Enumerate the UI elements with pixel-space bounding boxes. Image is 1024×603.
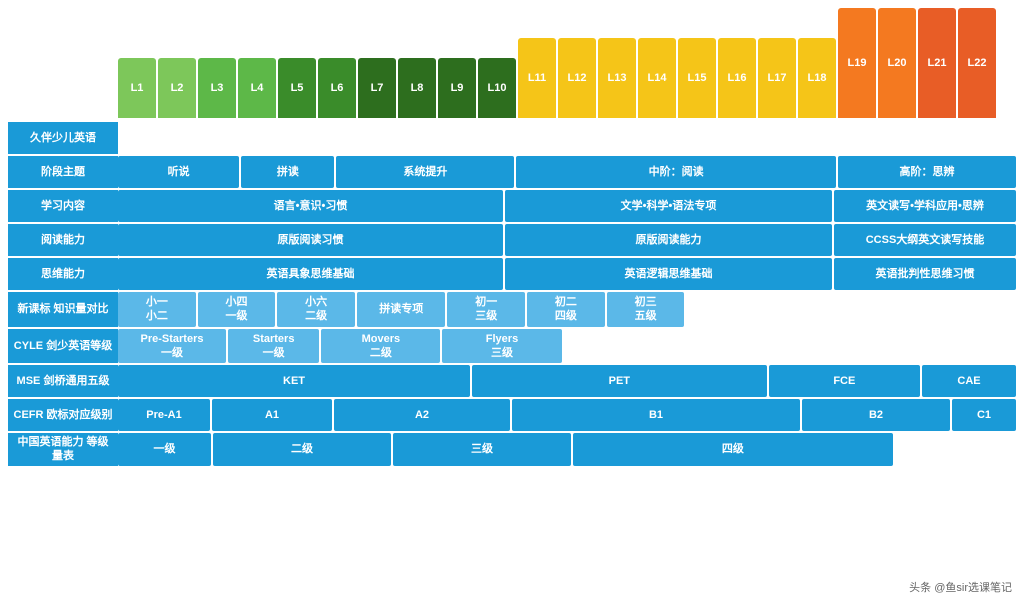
cell-7-2: FCE — [769, 365, 920, 397]
row-label-2: 学习内容 — [8, 190, 118, 222]
level-bar-l5: L5 — [278, 58, 316, 118]
level-bar-l6: L6 — [318, 58, 356, 118]
level-bar-l18: L18 — [798, 38, 836, 118]
cell-7-3: CAE — [922, 365, 1016, 397]
cell-9-0: 一级 — [118, 433, 211, 466]
row-label-4: 思维能力 — [8, 258, 118, 290]
level-bar-l17: L17 — [758, 38, 796, 118]
cell-8-1: A1 — [212, 399, 332, 431]
row-label-7: MSE 剑桥通用五级 — [8, 365, 118, 397]
cell-3-2: CCSS大纲英文读写技能 — [834, 224, 1016, 256]
table-row-8: CEFR 欧标对应级别Pre-A1A1A2B1B2C1 — [8, 399, 1016, 431]
cell-8-0: Pre-A1 — [118, 399, 210, 431]
table-row-9: 中国英语能力 等级量表一级二级三级四级 — [8, 433, 1016, 466]
table-section: 久伴少儿英语阶段主题听说拼读系统提升中阶：阅读高阶：思辨学习内容语言•意识•习惯… — [8, 122, 1016, 466]
cell-1-4: 高阶：思辨 — [838, 156, 1016, 188]
row-label-6: CYLE 剑少英语等级 — [8, 329, 118, 364]
cell-5-4: 初一 三级 — [447, 292, 525, 327]
row-content-3: 原版阅读习惯原版阅读能力CCSS大纲英文读写技能 — [118, 224, 1016, 256]
table-row-3: 阅读能力原版阅读习惯原版阅读能力CCSS大纲英文读写技能 — [8, 224, 1016, 256]
row-content-1: 听说拼读系统提升中阶：阅读高阶：思辨 — [118, 156, 1016, 188]
row-label-5: 新课标 知识量对比 — [8, 292, 118, 327]
cell-4-1: 英语逻辑思维基础 — [505, 258, 832, 290]
cell-6-3: Flyers 三级 — [442, 329, 561, 364]
cell-7-1: PET — [472, 365, 767, 397]
cell-6-2: Movers 二级 — [321, 329, 440, 364]
row-content-7: KETPETFCECAE — [118, 365, 1016, 397]
table-row-2: 学习内容语言•意识•习惯文学•科学•语法专项英文读写•学科应用•思辨 — [8, 190, 1016, 222]
row-content-6: Pre-Starters 一级Starters 一级Movers 二级Flyer… — [118, 329, 1016, 364]
table-row-6: CYLE 剑少英语等级Pre-Starters 一级Starters 一级Mov… — [8, 329, 1016, 364]
level-bar-l13: L13 — [598, 38, 636, 118]
level-bar-l21: L21 — [918, 8, 956, 118]
cell-2-1: 文学•科学•语法专项 — [505, 190, 832, 222]
table-row-0: 久伴少儿英语 — [8, 122, 1016, 154]
level-bar-l4: L4 — [238, 58, 276, 118]
cell-4-2: 英语批判性思维习惯 — [834, 258, 1016, 290]
level-bar-l9: L9 — [438, 58, 476, 118]
level-bar-l2: L2 — [158, 58, 196, 118]
main-container: L1L2L3L4L5L6L7L8L9L10L11L12L13L14L15L16L… — [0, 0, 1024, 470]
level-bar-l12: L12 — [558, 38, 596, 118]
cell-6-0: Pre-Starters 一级 — [118, 329, 226, 364]
level-bar-l11: L11 — [518, 38, 556, 118]
level-bar-l16: L16 — [718, 38, 756, 118]
level-bar-l10: L10 — [478, 58, 516, 118]
cell-8-4: B2 — [802, 399, 950, 431]
cell-8-5: C1 — [952, 399, 1016, 431]
cell-6-1: Starters 一级 — [228, 329, 319, 364]
row-content-5: 小一 小二小四 一级小六 二级拼读专项初一 三级初二 四级初三 五级 — [118, 292, 1016, 327]
row-label-9: 中国英语能力 等级量表 — [8, 433, 118, 466]
cell-2-0: 语言•意识•习惯 — [118, 190, 503, 222]
row-content-8: Pre-A1A1A2B1B2C1 — [118, 399, 1016, 431]
level-bar-l3: L3 — [198, 58, 236, 118]
cell-9-1: 二级 — [213, 433, 391, 466]
level-bar-l14: L14 — [638, 38, 676, 118]
cell-9-4 — [895, 433, 1016, 466]
cell-9-3: 四级 — [573, 433, 893, 466]
cell-5-2: 小六 二级 — [277, 292, 355, 327]
table-row-4: 思维能力英语具象思维基础英语逻辑思维基础英语批判性思维习惯 — [8, 258, 1016, 290]
cell-6-4 — [564, 329, 1016, 364]
table-row-7: MSE 剑桥通用五级KETPETFCECAE — [8, 365, 1016, 397]
cell-1-1: 拼读 — [241, 156, 334, 188]
table-row-1: 阶段主题听说拼读系统提升中阶：阅读高阶：思辨 — [8, 156, 1016, 188]
cell-5-3: 拼读专项 — [357, 292, 445, 327]
row-label-1: 阶段主题 — [8, 156, 118, 188]
cell-5-6: 初三 五级 — [607, 292, 685, 327]
level-bars: L1L2L3L4L5L6L7L8L9L10L11L12L13L14L15L16L… — [118, 8, 1016, 118]
level-bar-l15: L15 — [678, 38, 716, 118]
cell-1-3: 中阶：阅读 — [516, 156, 836, 188]
watermark: 头条 @鱼sir选课笔记 — [909, 579, 1012, 595]
cell-7-0: KET — [118, 365, 470, 397]
table-row-5: 新课标 知识量对比小一 小二小四 一级小六 二级拼读专项初一 三级初二 四级初三… — [8, 292, 1016, 327]
level-bar-l7: L7 — [358, 58, 396, 118]
cell-4-0: 英语具象思维基础 — [118, 258, 503, 290]
level-bar-l1: L1 — [118, 58, 156, 118]
row-label-0: 久伴少儿英语 — [8, 122, 118, 154]
cell-5-1: 小四 一级 — [198, 292, 276, 327]
level-bar-l22: L22 — [958, 8, 996, 118]
level-bar-l20: L20 — [878, 8, 916, 118]
row-label-3: 阅读能力 — [8, 224, 118, 256]
cell-8-3: B1 — [512, 399, 800, 431]
cell-8-2: A2 — [334, 399, 510, 431]
cell-5-7 — [686, 292, 1016, 327]
row-content-4: 英语具象思维基础英语逻辑思维基础英语批判性思维习惯 — [118, 258, 1016, 290]
cell-5-0: 小一 小二 — [118, 292, 196, 327]
level-bar-l19: L19 — [838, 8, 876, 118]
level-bar-l8: L8 — [398, 58, 436, 118]
cell-3-0: 原版阅读习惯 — [118, 224, 503, 256]
row-label-8: CEFR 欧标对应级别 — [8, 399, 118, 431]
cell-1-0: 听说 — [118, 156, 239, 188]
cell-2-2: 英文读写•学科应用•思辨 — [834, 190, 1016, 222]
cell-5-5: 初二 四级 — [527, 292, 605, 327]
cell-9-2: 三级 — [393, 433, 571, 466]
cell-3-1: 原版阅读能力 — [505, 224, 832, 256]
row-content-9: 一级二级三级四级 — [118, 433, 1016, 466]
row-content-2: 语言•意识•习惯文学•科学•语法专项英文读写•学科应用•思辨 — [118, 190, 1016, 222]
cell-1-2: 系统提升 — [336, 156, 514, 188]
